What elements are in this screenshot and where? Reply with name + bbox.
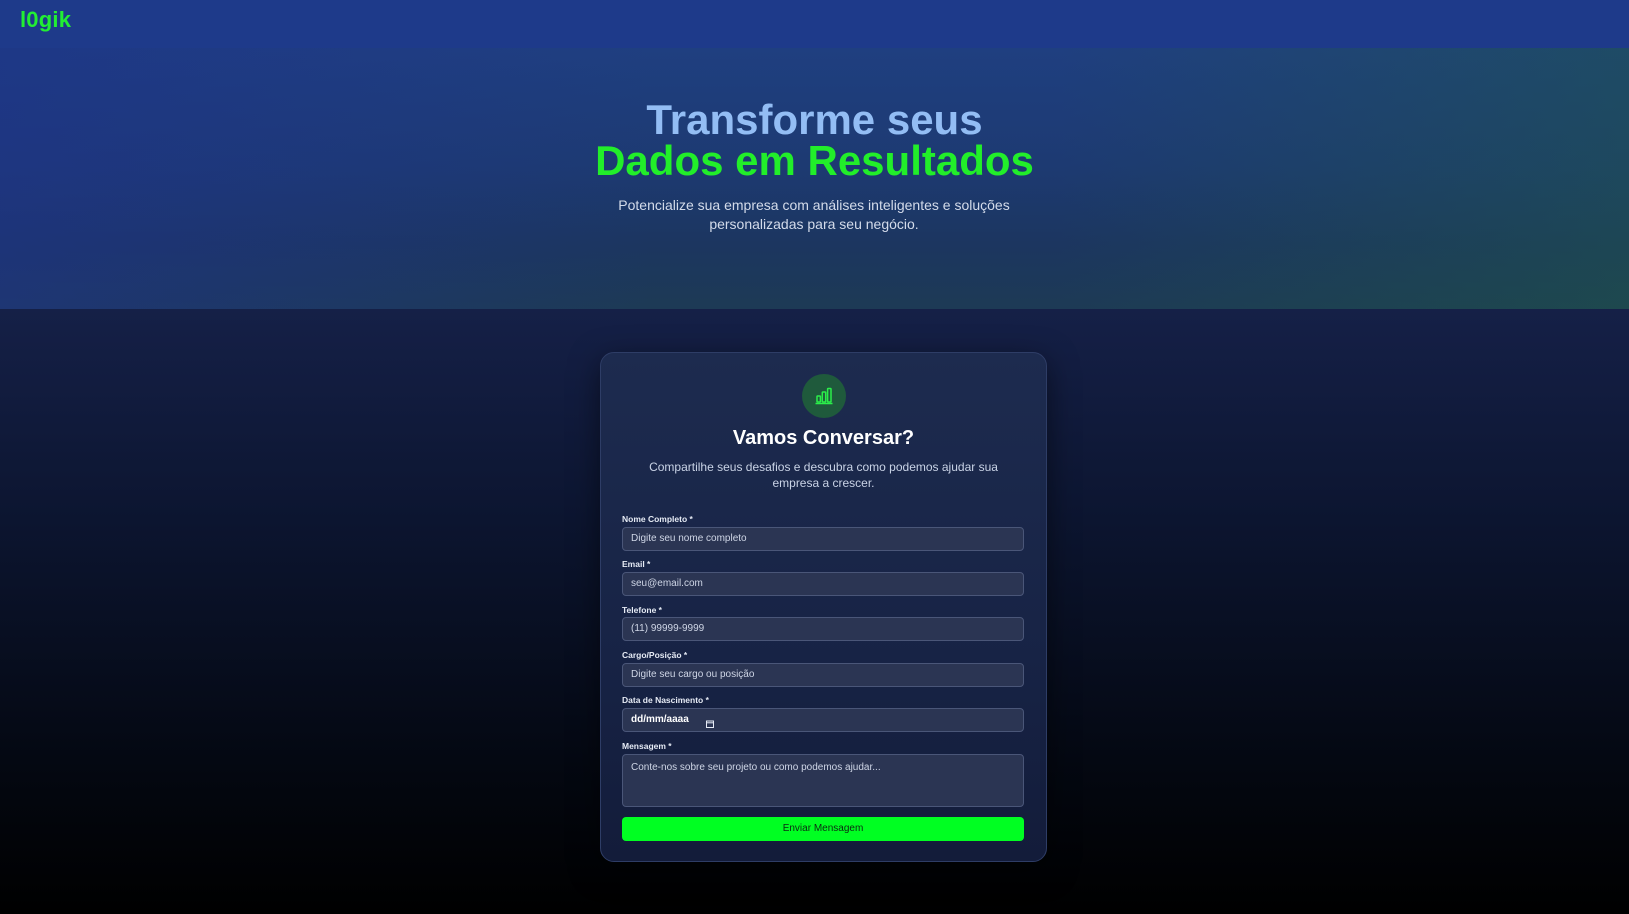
position-field-placeholder: Digite seu cargo ou posição [631,669,755,680]
position-field-label: Cargo/Posição * [622,650,688,660]
message-field-placeholder: Conte-nos sobre seu projeto ou como pode… [631,762,881,773]
calendar-icon[interactable] [705,715,714,729]
phone-field-placeholder: (11) 99999-9999 [631,623,705,634]
name-field-label: Nome Completo * [622,514,693,524]
form-title: Vamos Conversar? [732,427,915,449]
email-field[interactable]: seu@email.com [622,572,1024,596]
position-field[interactable]: Digite seu cargo ou posição [622,663,1024,687]
hero-subtitle: Potencialize sua empresa com análises in… [618,197,1010,232]
message-field-label: Mensagem * [622,741,672,751]
name-field-placeholder: Digite seu nome completo [631,533,747,544]
birthdate-field-label: Data de Nascimento * [622,695,709,705]
message-field[interactable]: Conte-nos sobre seu projeto ou como pode… [622,754,1024,807]
top-navbar: l0gik [0,0,1629,48]
hero-title-line2: Dados em Resultados [595,137,1034,184]
bar-chart-icon [802,374,846,418]
email-field-label: Email * [622,559,651,569]
email-field-placeholder: seu@email.com [631,578,703,589]
phone-field-label: Telefone * [622,605,662,615]
birthdate-field-placeholder: dd/mm/aaaa [631,714,689,725]
submit-button[interactable]: Enviar Mensagem [622,817,1024,841]
phone-field[interactable]: (11) 99999-9999 [622,617,1024,641]
name-field[interactable]: Digite seu nome completo [622,527,1024,551]
form-subtitle: Compartilhe seus desafios e descubra com… [649,460,998,490]
birthdate-field[interactable]: dd/mm/aaaa [622,708,1024,732]
contact-form-card: Vamos Conversar? Compartilhe seus desafi… [600,352,1047,862]
logo[interactable]: l0gik [20,7,71,33]
